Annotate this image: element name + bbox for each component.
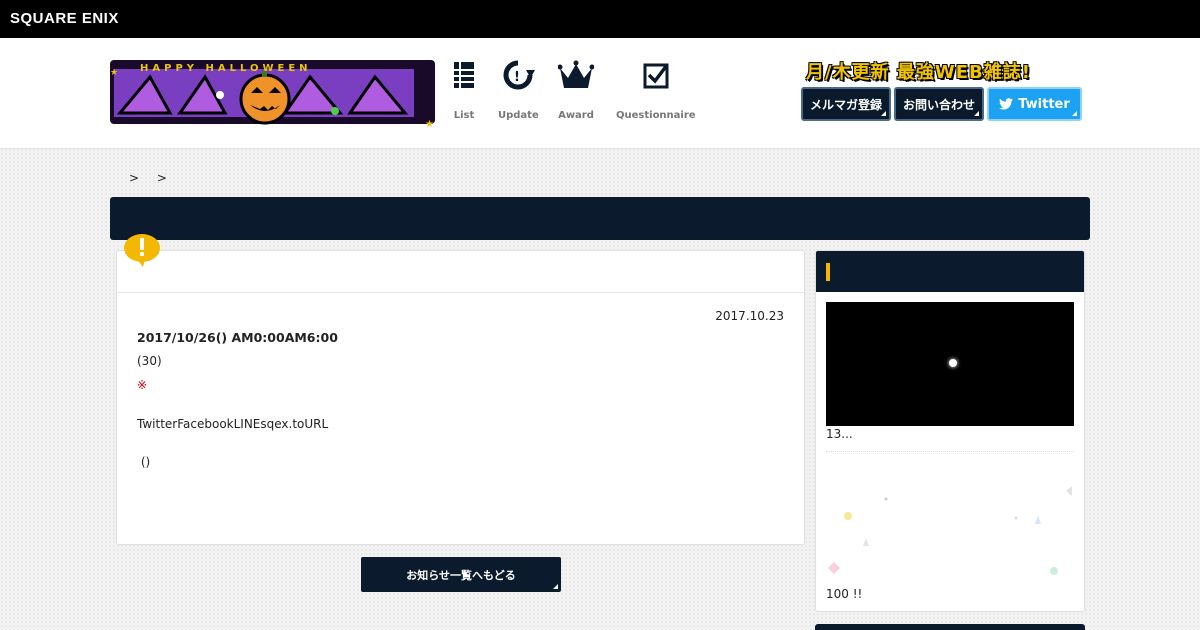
tagline: 月/木更新 最強WEB雑誌!	[806, 62, 1031, 83]
sidebar-header-marker	[826, 263, 830, 281]
nav-update-label: Update	[498, 110, 539, 121]
breadcrumb: > >	[129, 171, 181, 185]
article-duration: (30)	[137, 354, 162, 368]
list-icon	[454, 62, 474, 88]
article-share-text: TwitterFacebookLINEsqex.toURL	[137, 417, 329, 431]
sidebar-header	[816, 251, 1084, 292]
nav-update[interactable]: ! Update	[498, 60, 539, 121]
video-caption[interactable]: 13...	[826, 427, 853, 441]
article-date: 2017.10.23	[715, 309, 784, 323]
nav-award-label: Award	[558, 110, 594, 121]
nav-list[interactable]: List	[452, 60, 476, 121]
article-note-mark: ※	[137, 378, 148, 392]
update-icon: !	[503, 60, 536, 90]
news-article-panel: 2017.10.23 2017/10/26() AM0:00AM6:00 (30…	[116, 250, 805, 545]
checkbox-icon	[643, 63, 669, 89]
nav-questionnaire-label: Questionnaire	[616, 110, 696, 121]
article-footer-text: ()	[137, 455, 151, 469]
article-schedule: 2017/10/26() AM0:00AM6:00	[137, 330, 338, 345]
site-logo[interactable]: HAPPY HALLOWEEN ★ ★	[110, 55, 440, 130]
corporate-bar: SQUARE ENIX	[0, 0, 1200, 38]
sidebar-divider	[826, 451, 1074, 452]
sidebar-panel-next	[815, 624, 1085, 630]
alert-icon	[124, 234, 160, 267]
svg-text:HAPPY HALLOWEEN: HAPPY HALLOWEEN	[140, 63, 312, 74]
nav-questionnaire[interactable]: Questionnaire	[616, 60, 696, 121]
svg-text:★: ★	[110, 68, 118, 78]
breadcrumb-separator: >	[156, 171, 167, 185]
page-title-bar	[110, 197, 1090, 240]
crown-icon	[558, 60, 594, 88]
back-to-news-list-button[interactable]: お知らせ一覧へもどる	[361, 557, 561, 592]
article-header	[117, 251, 804, 293]
banner-caption[interactable]: 100 !!	[826, 587, 862, 601]
mailmag-button[interactable]: メルマガ登録	[801, 87, 891, 121]
loading-indicator-icon	[949, 359, 957, 367]
square-enix-logo[interactable]: SQUARE ENIX	[10, 10, 119, 27]
svg-text:★: ★	[425, 119, 434, 130]
breadcrumb-separator: >	[129, 171, 140, 185]
twitter-button[interactable]: Twitter	[987, 87, 1082, 121]
sidebar-panel: 13... 100 !!	[815, 250, 1085, 612]
nav-list-label: List	[453, 110, 475, 121]
video-player[interactable]	[826, 302, 1074, 426]
sidebar-banner-art[interactable]	[816, 456, 1085, 586]
nav-award[interactable]: Award	[558, 60, 594, 121]
svg-text:!: !	[514, 70, 520, 85]
twitter-bird-icon	[999, 98, 1014, 110]
site-header: HAPPY HALLOWEEN ★ ★ List ! Update Award …	[0, 38, 1200, 149]
twitter-button-label: Twitter	[1018, 96, 1070, 112]
contact-button[interactable]: お問い合わせ	[894, 87, 984, 121]
